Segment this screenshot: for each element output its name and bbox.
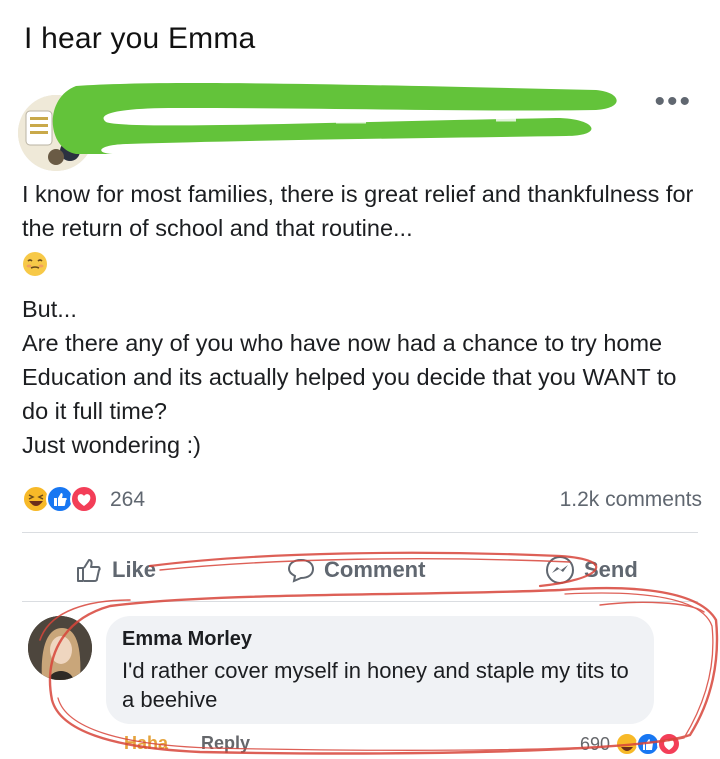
commenter-avatar[interactable] — [28, 616, 92, 680]
post-body: I know for most families, there is great… — [22, 177, 702, 462]
like-label: Like — [112, 557, 157, 582]
comment-count[interactable]: 1.2k comments — [560, 488, 702, 512]
haha-reaction-icon — [22, 485, 50, 513]
comment-button[interactable]: Comment — [286, 550, 425, 590]
reply-button[interactable]: Reply — [201, 733, 250, 753]
love-reaction-icon — [70, 485, 98, 513]
comment-actions: Haha Reply — [124, 733, 278, 759]
divider — [22, 601, 698, 602]
divider — [22, 532, 698, 533]
messenger-icon — [546, 556, 574, 584]
post-line: Just wondering :) — [22, 432, 201, 458]
reaction-summary: 264 1.2k comments — [22, 484, 702, 516]
comment-bubble[interactable]: Emma Morley I'd rather cover myself in h… — [106, 616, 654, 724]
like-button[interactable]: Like — [74, 550, 156, 590]
love-reaction-icon — [657, 732, 681, 756]
like-reaction-icon — [636, 732, 660, 756]
haha-reaction-icon — [615, 732, 639, 756]
reaction-count[interactable]: 264 — [110, 488, 145, 512]
comment-reaction-icons — [615, 732, 681, 756]
comment-reaction-count: 690 — [579, 733, 610, 754]
comment-bubble-icon — [287, 558, 315, 583]
post-line: Are there any of you who have now had a … — [22, 330, 677, 424]
relieved-face-icon — [22, 245, 702, 292]
redaction-scribble — [52, 83, 617, 154]
post-line: But... — [22, 296, 77, 322]
haha-reaction-button[interactable]: Haha — [124, 733, 168, 753]
comment-label: Comment — [324, 557, 426, 582]
meme-caption: I hear you Emma — [24, 22, 256, 55]
comment-text: I'd rather cover myself in honey and sta… — [122, 658, 629, 712]
reaction-icons[interactable] — [22, 484, 106, 514]
like-reaction-icon — [46, 485, 74, 513]
send-label: Send — [584, 557, 638, 582]
send-button[interactable]: Send — [544, 550, 638, 590]
avatar-image — [28, 616, 92, 680]
more-options-icon[interactable]: ••• — [654, 87, 692, 117]
post-action-bar: Like Comment Send — [0, 550, 720, 590]
post-line: I know for most families, there is great… — [22, 181, 694, 241]
comment-reaction-summary[interactable]: 690 — [580, 729, 686, 759]
thumbs-up-icon — [77, 559, 101, 582]
comment-author[interactable]: Emma Morley — [122, 628, 252, 651]
